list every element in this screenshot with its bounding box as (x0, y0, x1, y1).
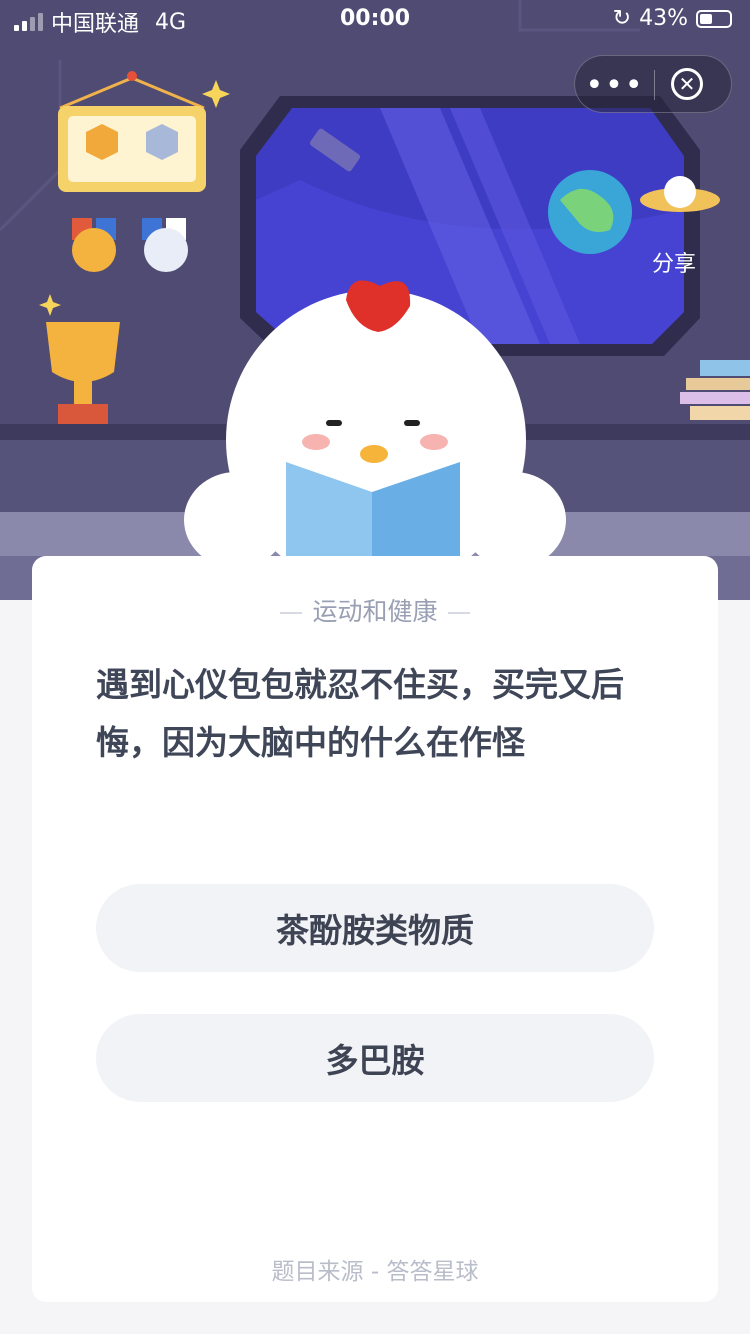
quiz-card: 运动和健康 遇到心仪包包就忍不住买，买完又后悔，因为大脑中的什么在作怪 茶酚胺类… (32, 556, 718, 1302)
ellipsis-icon: ••• (585, 67, 645, 103)
question-text: 遇到心仪包包就忍不住买，买完又后悔，因为大脑中的什么在作怪 (96, 665, 624, 762)
miniprogram-capsule: ••• ✕ (574, 55, 732, 113)
orientation-lock-icon: ↻ (612, 6, 632, 31)
share-button[interactable]: 分享 (652, 246, 696, 278)
divider (447, 612, 470, 614)
battery-icon (696, 9, 732, 28)
category-label: 运动和健康 (312, 597, 438, 626)
source-label: 题目来源 - 答答星球 (271, 1259, 479, 1285)
battery-percent: 43% (639, 6, 688, 31)
status-bar: 中国联通 4G 00:00 ↻ 43% (0, 0, 750, 40)
answer-option-2[interactable]: 多巴胺 (96, 1014, 654, 1102)
category-tag: 运动和健康 (32, 592, 718, 628)
close-button[interactable]: ✕ (671, 68, 703, 100)
close-circle-icon: ✕ (678, 72, 696, 96)
divider (280, 612, 303, 614)
capsule-divider (654, 70, 655, 100)
more-menu-button[interactable]: ••• (575, 56, 655, 114)
answer-option-1[interactable]: 茶酚胺类物质 (96, 884, 654, 972)
